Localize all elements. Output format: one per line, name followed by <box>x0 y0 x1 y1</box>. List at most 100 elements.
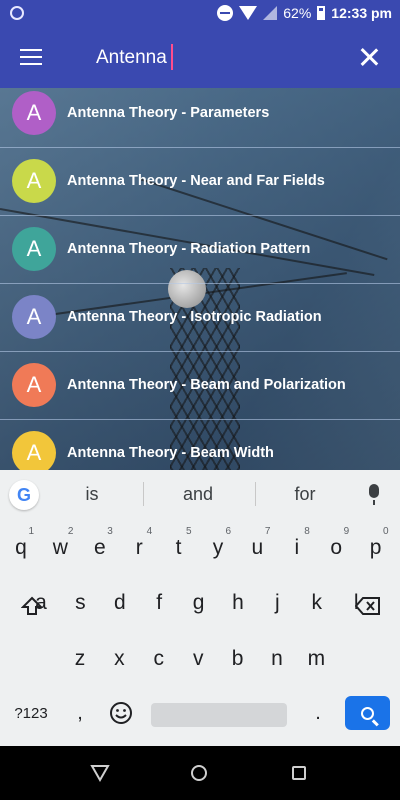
mic-icon[interactable] <box>369 484 379 505</box>
key[interactable]: p0 <box>358 526 394 570</box>
key-label: c <box>153 647 165 670</box>
do-not-disturb-icon <box>217 5 234 21</box>
list-item[interactable]: A Antenna Theory - Beam and Polarization <box>0 351 400 420</box>
key-label: o <box>330 536 343 559</box>
list-item-label: Antenna Theory - Isotropic Radiation <box>67 309 322 325</box>
key-hint-number: 9 <box>343 526 350 537</box>
key[interactable]: j <box>259 581 295 625</box>
list-item[interactable]: A Antenna Theory - Isotropic Radiation <box>0 283 400 352</box>
list-item-label: Antenna Theory - Near and Far Fields <box>67 173 325 189</box>
key[interactable]: o9 <box>318 526 354 570</box>
close-icon[interactable] <box>360 48 378 66</box>
suggestion-3[interactable]: for <box>265 484 345 505</box>
key-label: e <box>93 536 106 559</box>
search-input[interactable] <box>96 43 326 73</box>
list-item-label: Antenna Theory - Radiation Pattern <box>67 241 311 257</box>
emoji-icon[interactable] <box>106 696 136 730</box>
key[interactable]: v <box>180 637 216 681</box>
google-icon[interactable]: G <box>9 480 39 510</box>
key[interactable]: h <box>220 581 256 625</box>
key[interactable]: i8 <box>279 526 315 570</box>
wifi-icon <box>239 6 258 20</box>
system-nav-bar <box>0 746 400 800</box>
text-cursor <box>171 44 173 70</box>
recents-icon[interactable] <box>292 766 306 780</box>
battery-icon <box>317 6 326 20</box>
key-label: g <box>192 591 205 614</box>
key[interactable]: t5 <box>161 526 197 570</box>
key-label: p <box>369 536 382 559</box>
home-icon[interactable] <box>191 765 207 781</box>
comma-key[interactable]: , <box>68 696 92 730</box>
backspace-icon[interactable] <box>348 584 388 628</box>
symbols-key[interactable]: ?123 <box>8 696 54 730</box>
key-hint-number: 1 <box>28 526 34 537</box>
key-label: h <box>232 591 244 614</box>
menu-icon[interactable] <box>20 49 42 67</box>
avatar: A <box>12 227 56 271</box>
key[interactable]: w2 <box>42 526 78 570</box>
avatar: A <box>12 295 56 339</box>
key-hint-number: 6 <box>225 526 231 537</box>
key[interactable]: e3 <box>82 526 118 570</box>
suggestion-1[interactable]: is <box>52 484 132 505</box>
period-key[interactable]: . <box>306 696 330 730</box>
key[interactable]: y6 <box>200 526 236 570</box>
avatar: A <box>12 159 56 203</box>
key-label: f <box>156 591 163 614</box>
key[interactable]: n <box>259 637 295 681</box>
back-icon[interactable] <box>90 764 110 783</box>
key-label: w <box>52 536 68 559</box>
list-item[interactable]: A Antenna Theory - Near and Far Fields <box>0 147 400 216</box>
avatar: A <box>12 363 56 407</box>
shift-icon[interactable] <box>12 584 52 628</box>
key-hint-number: 8 <box>304 526 310 537</box>
key-label: t <box>175 536 182 559</box>
key-label: y <box>212 536 224 559</box>
key[interactable]: g <box>181 581 217 625</box>
key[interactable]: d <box>102 581 138 625</box>
space-key[interactable] <box>151 703 287 727</box>
battery-percent: 62% <box>283 5 312 21</box>
list-item[interactable]: A Antenna Theory - Radiation Pattern <box>0 215 400 284</box>
key-label: d <box>113 591 126 614</box>
key-label: b <box>231 647 244 670</box>
signal-icon <box>263 6 278 20</box>
key-label: r <box>135 536 143 559</box>
on-screen-keyboard: G is and for q1w2e3r4t5y6u7i8o9p0asdfghj… <box>0 470 400 746</box>
clock: 12:33 pm <box>331 5 392 21</box>
search-results-list: A Antenna Theory - Parameters A Antenna The… <box>0 88 400 470</box>
key[interactable]: m <box>298 637 334 681</box>
key[interactable]: x <box>101 637 137 681</box>
key[interactable]: u7 <box>239 526 275 570</box>
key-hint-number: 0 <box>383 526 389 537</box>
key[interactable]: z <box>62 637 98 681</box>
key[interactable]: c <box>141 637 177 681</box>
avatar: A <box>12 431 56 470</box>
key-label: n <box>271 647 283 670</box>
key[interactable]: b <box>220 637 256 681</box>
divider <box>143 482 144 506</box>
key-label: k <box>311 591 323 614</box>
key-label: x <box>114 647 125 670</box>
key[interactable]: f <box>141 581 177 625</box>
list-item-label: Antenna Theory - Beam and Polarization <box>67 377 346 393</box>
circle-icon <box>10 6 24 20</box>
key[interactable]: q1 <box>3 526 39 570</box>
suggestion-strip: G is and for <box>0 470 400 518</box>
key[interactable]: s <box>62 581 98 625</box>
search-icon[interactable] <box>345 696 390 730</box>
list-item-label: Antenna Theory - Beam Width <box>67 445 274 461</box>
key[interactable]: k <box>299 581 335 625</box>
key-label: m <box>307 647 326 670</box>
key[interactable]: r4 <box>121 526 157 570</box>
key-label: u <box>251 536 264 559</box>
list-item-label: Antenna Theory - Parameters <box>67 105 270 121</box>
suggestion-2[interactable]: and <box>158 484 238 505</box>
status-bar: 62% 12:33 pm <box>0 0 400 28</box>
list-item[interactable]: A Antenna Theory - Parameters <box>0 88 400 148</box>
key-hint-number: 7 <box>264 526 271 537</box>
list-item[interactable]: A Antenna Theory - Beam Width <box>0 419 400 470</box>
key-label: v <box>192 647 204 670</box>
key-hint-number: 3 <box>107 526 113 537</box>
